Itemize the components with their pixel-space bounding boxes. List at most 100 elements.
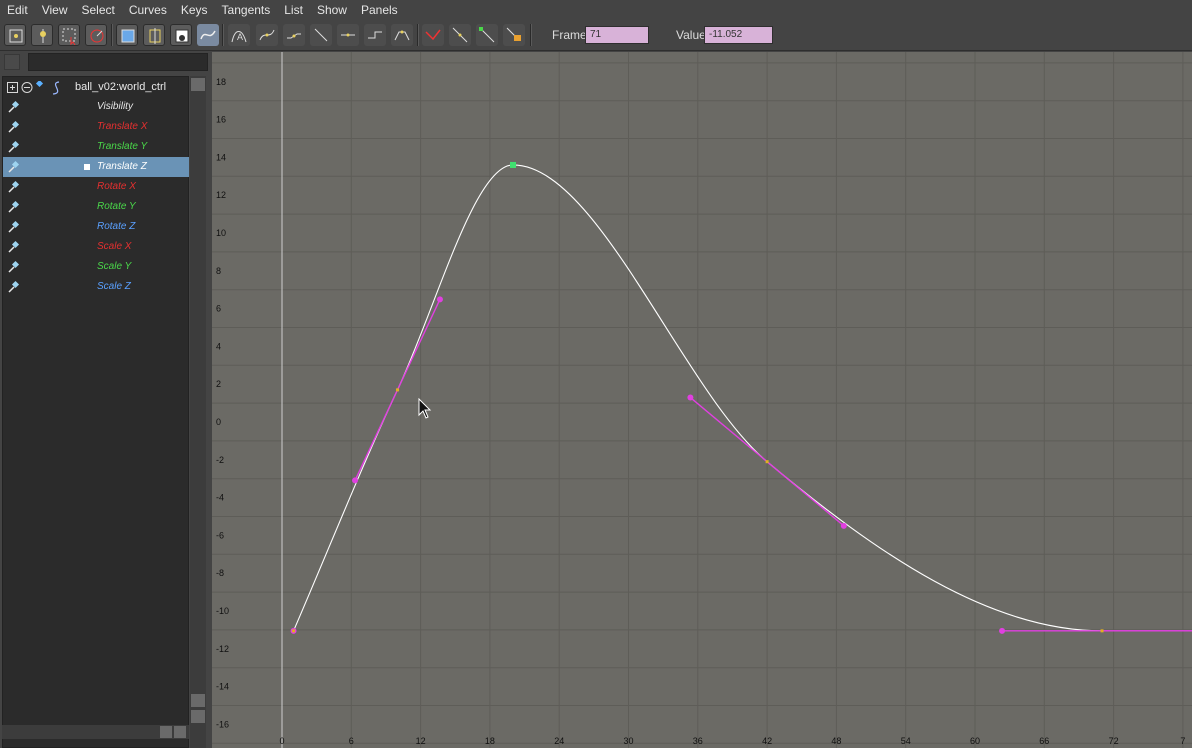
y-tick-label: -4 <box>216 493 224 503</box>
y-tick-label: 12 <box>216 190 226 200</box>
x-tick-label: 66 <box>1039 736 1049 746</box>
channel-row[interactable]: Rotate Z <box>3 217 189 237</box>
menu-keys[interactable]: Keys <box>174 0 215 20</box>
channel-pin-icon[interactable] <box>7 240 21 254</box>
y-tick-label: 0 <box>216 417 221 427</box>
menu-view[interactable]: View <box>35 0 75 20</box>
channel-pin-icon[interactable] <box>7 120 21 134</box>
x-tick-label: 18 <box>485 736 495 746</box>
outliner-horizontal-scrollbar[interactable] <box>2 725 189 739</box>
channel-row[interactable]: Visibility <box>3 97 189 117</box>
value-label: Value <box>676 28 706 42</box>
channel-row[interactable]: Scale Z <box>3 277 189 297</box>
keyframe <box>1100 629 1104 633</box>
x-tick-label: 7 <box>1180 736 1185 746</box>
scroll-down-arrow-icon[interactable] <box>191 710 205 723</box>
frame-field[interactable]: 71 <box>585 26 649 44</box>
menu-tangents[interactable]: Tangents <box>215 0 278 20</box>
center-current-time-icon[interactable] <box>170 24 192 46</box>
linear-tangent-icon[interactable] <box>310 24 332 46</box>
channel-row[interactable]: Rotate X <box>3 177 189 197</box>
tangent-handle-point <box>999 627 1006 634</box>
scroll-up-arrow-icon[interactable] <box>191 78 205 91</box>
selection-marker <box>84 164 90 170</box>
channel-pin-icon[interactable] <box>7 220 21 234</box>
scroll-left-arrow-icon[interactable] <box>160 726 172 738</box>
menu-list[interactable]: List <box>277 0 310 20</box>
step-tangent-icon[interactable] <box>364 24 386 46</box>
keyframe <box>765 460 769 464</box>
filter-toggle-button[interactable] <box>4 54 20 70</box>
move-keys-tool-icon[interactable] <box>4 24 26 46</box>
channel-row[interactable]: Scale Y <box>3 257 189 277</box>
free-tangent-weight-icon[interactable] <box>476 24 498 46</box>
y-tick-label: 6 <box>216 304 221 314</box>
y-tick-label: 10 <box>216 228 226 238</box>
channel-pin-icon[interactable] <box>7 180 21 194</box>
channel-pin-icon[interactable] <box>7 260 21 274</box>
channel-row[interactable]: Translate Z <box>3 157 189 177</box>
collapse-icon <box>21 82 33 93</box>
clamped-tangent-icon[interactable] <box>283 24 305 46</box>
channel-row[interactable]: Translate X <box>3 117 189 137</box>
menu-show[interactable]: Show <box>310 0 354 20</box>
plateau-tangent-icon[interactable] <box>391 24 413 46</box>
y-tick-label: -10 <box>216 606 229 616</box>
frame-label: Frame <box>552 28 587 42</box>
channel-pin-icon[interactable] <box>7 100 21 114</box>
outliner-filter-input[interactable] <box>28 53 208 71</box>
channel-row[interactable]: Scale X <box>3 237 189 257</box>
outliner-filter-row <box>2 52 208 72</box>
flat-tangent-icon[interactable] <box>337 24 359 46</box>
channel-pin-icon[interactable] <box>7 280 21 294</box>
channel-row[interactable]: Translate Y <box>3 137 189 157</box>
spline-tangent-icon[interactable] <box>256 24 278 46</box>
tangent-handle-point <box>436 296 443 303</box>
select-region-icon[interactable] <box>58 24 80 46</box>
x-tick-label: 48 <box>831 736 841 746</box>
insert-keys-tool-icon[interactable] <box>31 24 53 46</box>
auto-tangent-icon[interactable]: A <box>228 24 250 46</box>
expand-icon <box>7 82 18 93</box>
y-tick-label: 14 <box>216 152 226 162</box>
channel-pin-icon[interactable] <box>7 200 21 214</box>
frame-all-icon[interactable] <box>116 24 138 46</box>
y-tick-label: -8 <box>216 568 224 578</box>
menu-curves[interactable]: Curves <box>122 0 174 20</box>
toolbar-separator <box>530 24 532 46</box>
channel-label: Translate Y <box>97 141 148 152</box>
channel-label: Rotate Y <box>97 201 136 212</box>
channel-row[interactable]: Rotate Y <box>3 197 189 217</box>
graph-editor-toolbar: Frame 71 Value -11.052 A <box>0 20 1192 51</box>
x-tick-label: 30 <box>624 736 634 746</box>
menu-select[interactable]: Select <box>74 0 121 20</box>
x-tick-label: 42 <box>762 736 772 746</box>
y-tick-label: 8 <box>216 266 221 276</box>
menu-bar: Edit View Select Curves Keys Tangents List Show… <box>0 0 1192 20</box>
menu-edit[interactable]: Edit <box>0 0 35 20</box>
y-tick-label: -6 <box>216 530 224 540</box>
x-tick-label: 6 <box>349 736 354 746</box>
channel-label: Scale Y <box>97 261 132 272</box>
keyframe <box>292 629 296 633</box>
break-tangents-icon[interactable] <box>422 24 444 46</box>
value-field[interactable]: -11.052 <box>704 26 773 44</box>
lock-tangent-weight-icon[interactable] <box>503 24 525 46</box>
channel-label: Visibility <box>97 101 133 112</box>
frame-playback-icon[interactable] <box>143 24 165 46</box>
unify-tangents-icon[interactable] <box>449 24 471 46</box>
channel-pin-icon[interactable] <box>7 160 21 174</box>
graph-outliner: ball_v02:world_ctrl Visibility Translate … <box>0 52 210 748</box>
node-row[interactable]: ball_v02:world_ctrl <box>3 77 189 97</box>
lattice-deform-icon[interactable] <box>85 24 107 46</box>
curve-graph[interactable]: 181614121086420-2-4-6-8-10-12-14-160 6 12 1… <box>212 52 1192 748</box>
graph-view[interactable]: 18 16 14 12 10 8 6 4 2 0 -2 -4 -6 -8 -10 -12 -14 -16 0 6 12 1… <box>212 52 1192 748</box>
channel-pin-icon[interactable] <box>7 140 21 154</box>
menu-panels[interactable]: Panels <box>354 0 405 20</box>
curve-display-icon[interactable] <box>197 24 219 46</box>
y-tick-label: -14 <box>216 682 229 692</box>
scroll-up-arrow-icon[interactable] <box>191 694 205 707</box>
scroll-right-arrow-icon[interactable] <box>174 726 186 738</box>
x-tick-label: 36 <box>693 736 703 746</box>
outliner-vertical-scrollbar[interactable] <box>190 76 206 748</box>
